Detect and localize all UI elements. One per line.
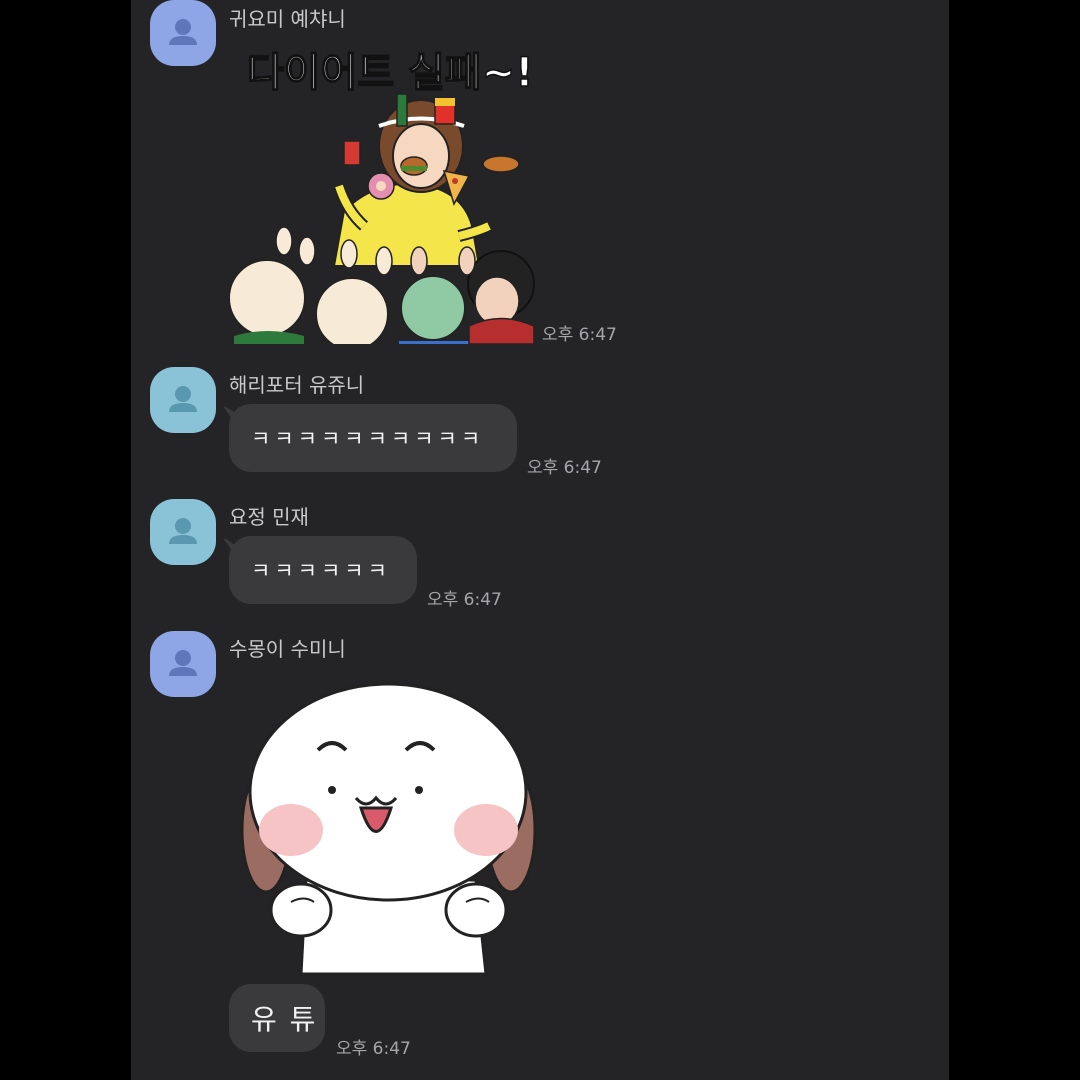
message-time: 오후 6:47 [427, 590, 502, 610]
sender-name: 해리포터 유쥬니 [229, 373, 365, 397]
message-bubble[interactable]: 유 튜 [229, 984, 325, 1052]
default-profile-icon [150, 367, 216, 433]
sticker-caption: 다이어트 실패~! [247, 50, 533, 96]
sender-name: 수몽이 수미니 [229, 637, 346, 661]
message-text: 유 튜 [251, 1003, 318, 1036]
diet-fail-sticker[interactable]: 다이어트 실패~! [229, 36, 549, 344]
sender-name: 요정 민재 [229, 505, 309, 529]
message-time: 오후 6:47 [336, 1039, 411, 1059]
chat-room: 귀요미 예챠니 다이어트 실패~! 오후 6:47 해리포터 유쥬니 ㅋㅋㅋㅋㅋ… [131, 0, 949, 1080]
avatar-yujuni[interactable] [150, 367, 216, 433]
avatar-minjae[interactable] [150, 499, 216, 565]
message-text: ㅋㅋㅋㅋㅋㅋㅋㅋㅋㅋ [251, 427, 485, 451]
bubble-tail [223, 538, 239, 552]
default-profile-icon [150, 0, 216, 66]
message-time: 오후 6:47 [542, 325, 617, 345]
sender-name: 귀요미 예챠니 [229, 7, 346, 31]
happy-puppy-sticker[interactable] [236, 680, 541, 975]
message-time: 오후 6:47 [527, 458, 602, 478]
default-profile-icon [150, 499, 216, 565]
message-bubble[interactable]: ㅋㅋㅋㅋㅋㅋㅋㅋㅋㅋ [223, 404, 517, 472]
message-text: ㅋㅋㅋㅋㅋㅋ [251, 559, 391, 583]
bubble-tail [223, 406, 239, 420]
avatar-sumini[interactable] [150, 631, 216, 697]
message-bubble[interactable]: ㅋㅋㅋㅋㅋㅋ [223, 536, 417, 604]
default-profile-icon [150, 631, 216, 697]
avatar-yechani[interactable] [150, 0, 216, 66]
